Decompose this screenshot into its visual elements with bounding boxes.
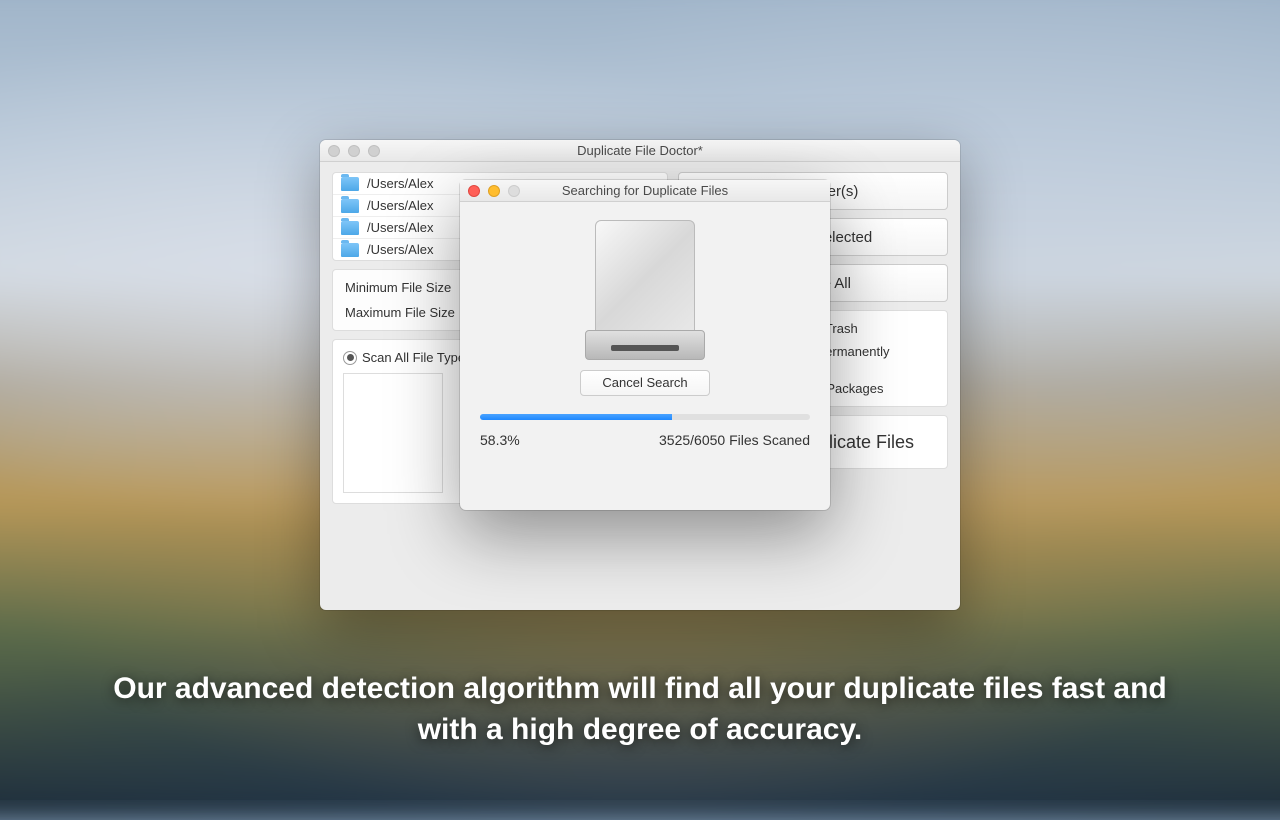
- progress-bar: [480, 414, 810, 420]
- cancel-search-button[interactable]: Cancel Search: [580, 370, 710, 396]
- drive-icon: [585, 220, 705, 360]
- extension-list[interactable]: [343, 373, 443, 493]
- folder-icon: [341, 221, 359, 235]
- scan-all-radio[interactable]: Scan All File Types: [343, 350, 472, 365]
- dialog-title: Searching for Duplicate Files: [460, 183, 830, 198]
- folder-icon: [341, 177, 359, 191]
- main-titlebar: Duplicate File Doctor*: [320, 140, 960, 162]
- progress-count: 3525/6050 Files Scaned: [659, 432, 810, 448]
- folder-icon: [341, 199, 359, 213]
- dialog-titlebar: Searching for Duplicate Files: [460, 180, 830, 202]
- progress-percent: 58.3%: [480, 432, 520, 448]
- max-size-label: Maximum File Size: [345, 305, 465, 320]
- progress-fill: [480, 414, 672, 420]
- radio-icon: [343, 351, 357, 365]
- folder-icon: [341, 243, 359, 257]
- window-title: Duplicate File Doctor*: [320, 143, 960, 158]
- marketing-tagline: Our advanced detection algorithm will fi…: [0, 669, 1280, 750]
- progress-dialog: Searching for Duplicate Files Cancel Sea…: [460, 180, 830, 510]
- min-size-label: Minimum File Size: [345, 280, 465, 295]
